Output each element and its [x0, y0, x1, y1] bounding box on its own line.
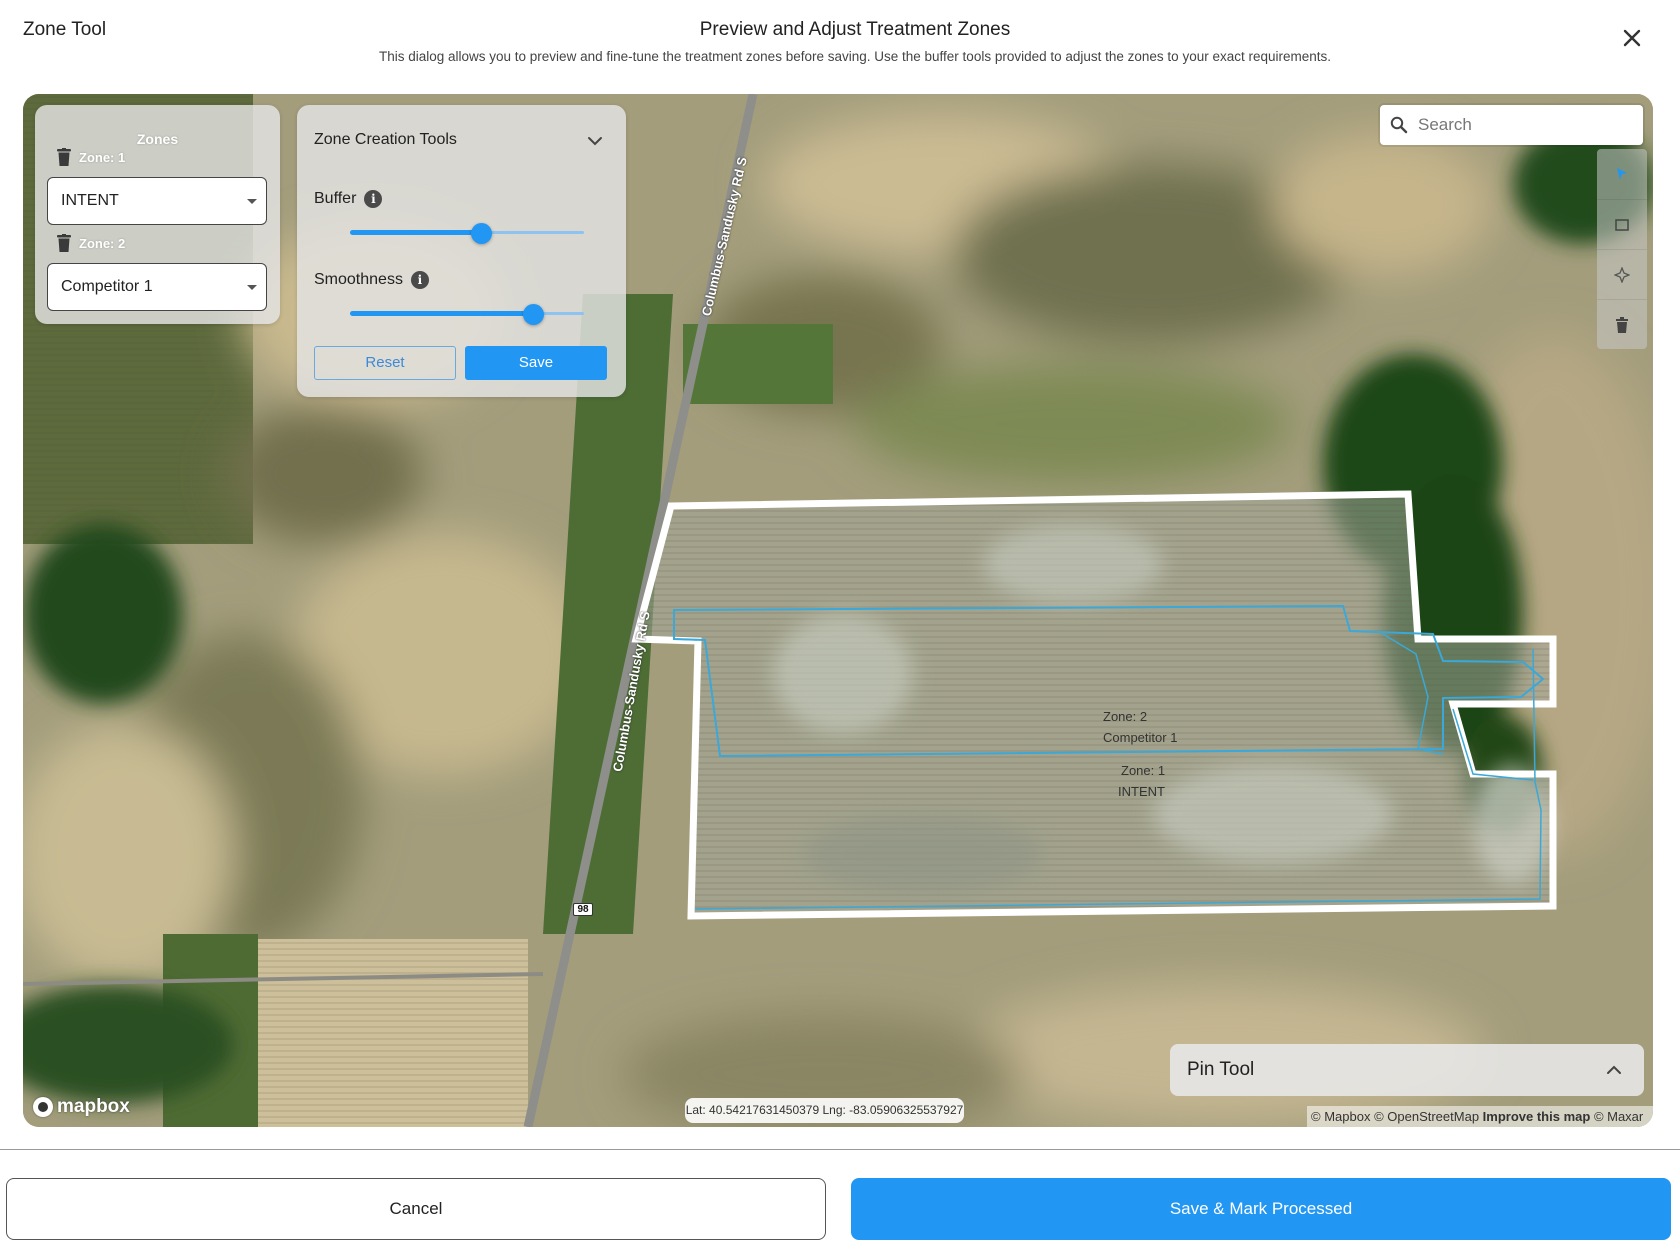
- coordinates-readout: Lat: 40.54217631450379 Lng: -83.05906325…: [685, 1098, 964, 1123]
- route-shield: 98: [573, 903, 593, 916]
- attribution-mapbox[interactable]: © Mapbox: [1311, 1109, 1370, 1124]
- close-icon: [1623, 29, 1641, 47]
- mapbox-logo-icon: [33, 1097, 53, 1117]
- trash-icon: [1616, 316, 1628, 333]
- zones-panel: Zones Zone: 1 INTENT Zone: 2 Competitor …: [35, 105, 280, 324]
- mapbox-logo-text: mapbox: [57, 1096, 130, 1117]
- satellite-map[interactable]: Columbus-Sandusky Rd S Columbus-Sandusky…: [23, 94, 1653, 1127]
- zone-type-value: Competitor 1: [61, 278, 153, 295]
- zone-map-label-value: Competitor 1: [1103, 730, 1178, 745]
- zone-type-select[interactable]: INTENT: [47, 177, 267, 225]
- zone-map-label-value: INTENT: [1118, 784, 1165, 799]
- slider-fill: [350, 311, 533, 316]
- buffer-label-text: Buffer: [314, 190, 357, 207]
- map-search[interactable]: [1380, 105, 1643, 145]
- smoothness-label: Smoothness i: [314, 271, 429, 289]
- zone-type-value: INTENT: [61, 192, 119, 209]
- combine-icon: [1614, 266, 1630, 283]
- draw-polygon-button[interactable]: [1597, 149, 1647, 199]
- zone-map-label: Zone: 2 Competitor 1: [1103, 706, 1177, 748]
- combine-button[interactable]: [1597, 249, 1647, 299]
- search-icon: [1390, 116, 1408, 134]
- zone-label: Zone: 1: [79, 149, 126, 165]
- draw-controls: [1597, 149, 1647, 349]
- buffer-slider[interactable]: [350, 223, 584, 244]
- delete-shape-button[interactable]: [1597, 299, 1647, 349]
- chevron-down-icon[interactable]: [587, 133, 603, 149]
- reset-button[interactable]: Reset: [314, 346, 456, 380]
- pin-tool-panel[interactable]: Pin Tool: [1170, 1044, 1644, 1096]
- draw-rectangle-button[interactable]: [1597, 199, 1647, 249]
- search-input[interactable]: [1418, 115, 1618, 135]
- dialog-subtitle: This dialog allows you to preview and fi…: [378, 49, 1332, 64]
- cancel-button[interactable]: Cancel: [6, 1178, 826, 1240]
- smoothness-slider[interactable]: [350, 304, 584, 325]
- footer-divider: [0, 1149, 1680, 1150]
- zone-map-label: Zone: 1 INTENT: [1118, 760, 1165, 802]
- zone-type-select[interactable]: Competitor 1: [47, 263, 267, 311]
- save-mark-processed-button[interactable]: Save & Mark Processed: [851, 1178, 1671, 1240]
- map-attribution: © Mapbox © OpenStreetMap Improve this ma…: [1307, 1106, 1653, 1127]
- zone-tool-dialog: Zone Tool Preview and Adjust Treatment Z…: [0, 0, 1680, 1259]
- info-icon[interactable]: i: [364, 190, 383, 208]
- zone-label: Zone: 2: [79, 235, 126, 251]
- tools-panel-title: Zone Creation Tools: [314, 131, 457, 148]
- zone-creation-tools-panel: Zone Creation Tools Buffer i Smoothness …: [297, 105, 626, 397]
- slider-fill: [350, 230, 482, 235]
- chevron-up-icon[interactable]: [1606, 1062, 1622, 1078]
- smoothness-label-text: Smoothness: [314, 271, 403, 288]
- draw-polygon-icon: [1617, 168, 1627, 180]
- caret-down-icon: [247, 285, 257, 290]
- zone-header: Zone: 1: [57, 147, 125, 167]
- caret-down-icon: [247, 199, 257, 204]
- zones-panel-title: Zones: [136, 131, 179, 147]
- zone-map-label-name: Zone: 1: [1121, 763, 1166, 778]
- zone-map-label-name: Zone: 2: [1103, 709, 1148, 724]
- slider-thumb[interactable]: [522, 304, 544, 325]
- close-button[interactable]: [1618, 24, 1646, 52]
- save-button[interactable]: Save: [465, 346, 607, 380]
- pin-tool-title: Pin Tool: [1187, 1059, 1255, 1080]
- slider-thumb[interactable]: [471, 223, 493, 244]
- attribution-osm[interactable]: © OpenStreetMap: [1374, 1109, 1479, 1124]
- info-icon[interactable]: i: [410, 271, 429, 289]
- zone-header: Zone: 2: [57, 233, 125, 253]
- draw-rectangle-icon: [1615, 218, 1629, 231]
- attribution-maxar[interactable]: © Maxar: [1594, 1109, 1643, 1124]
- dialog-title: Preview and Adjust Treatment Zones: [699, 19, 1011, 40]
- trash-icon[interactable]: [57, 148, 71, 166]
- buffer-label: Buffer i: [314, 190, 383, 208]
- improve-map-link[interactable]: Improve this map: [1483, 1109, 1591, 1124]
- trash-icon[interactable]: [57, 234, 71, 252]
- mapbox-logo[interactable]: mapbox: [33, 1096, 130, 1118]
